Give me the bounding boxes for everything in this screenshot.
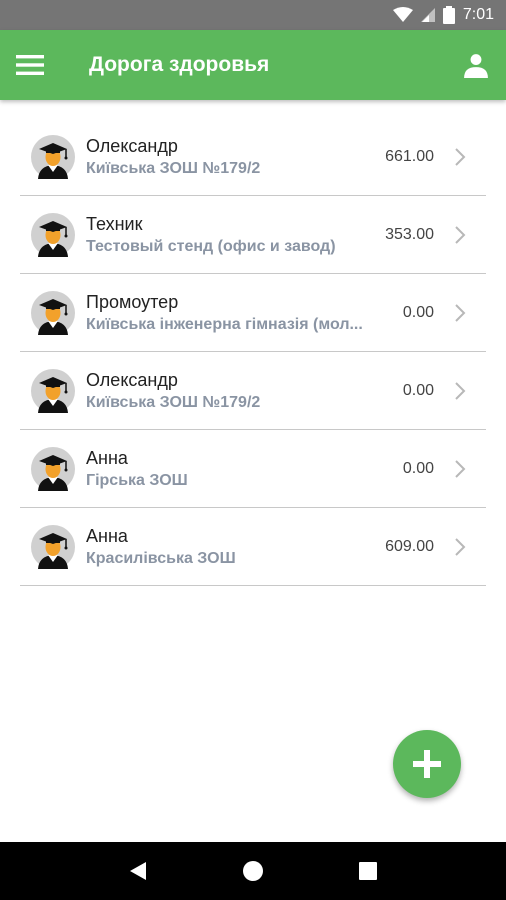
balance-amount: 609.00	[385, 537, 434, 555]
status-bar: 7:01	[0, 0, 506, 30]
home-circle-icon[interactable]	[233, 851, 273, 891]
navigation-bar	[0, 842, 506, 900]
wifi-icon	[392, 7, 413, 23]
list-item-texts: Анна Гірська ЗОШ	[86, 446, 364, 492]
recents-square-icon[interactable]	[348, 851, 388, 891]
hamburger-menu-icon[interactable]	[0, 30, 60, 100]
student-name: Олександр	[86, 135, 178, 156]
list-item[interactable]: Олександр Київська ЗОШ №179/2 0.00	[20, 352, 486, 430]
signal-icon	[420, 7, 435, 23]
status-time: 7:01	[462, 6, 494, 23]
student-list: Олександр Київська ЗОШ №179/2 661.00 Техник…	[20, 118, 486, 586]
page-title: Дорога здоровья	[89, 53, 270, 76]
app-bar: Дорога здоровья	[0, 30, 506, 100]
list-item-texts: Олександр Київська ЗОШ №179/2	[86, 368, 364, 414]
student-name: Олександр	[86, 369, 178, 390]
avatar	[31, 134, 75, 179]
chevron-right-icon	[448, 379, 472, 403]
back-triangle-icon[interactable]	[118, 851, 158, 891]
school-name: Гірська ЗОШ	[86, 471, 188, 489]
add-button[interactable]	[393, 730, 461, 798]
plus-icon	[413, 750, 441, 778]
battery-icon	[442, 6, 455, 24]
school-name: Красилівська ЗОШ	[86, 549, 236, 567]
list-item[interactable]: Олександр Київська ЗОШ №179/2 661.00	[20, 118, 486, 196]
avatar	[31, 524, 75, 569]
student-name: Промоутер	[86, 291, 179, 312]
list-item-texts: Промоутер Київська інженерна гімназія (мо…	[86, 290, 364, 336]
student-name: Анна	[86, 525, 128, 546]
list-item-texts: Анна Красилівська ЗОШ	[86, 524, 364, 570]
balance-amount: 0.00	[402, 381, 434, 399]
school-name: Київська інженерна гімназія (мол...	[86, 315, 363, 333]
student-name: Анна	[86, 447, 128, 468]
balance-amount: 0.00	[402, 459, 434, 477]
school-name: Тестовый стенд (офис и завод)	[86, 237, 336, 255]
list-item[interactable]: Техник Тестовый стенд (офис и завод) 353.0…	[20, 196, 486, 274]
list-item-texts: Олександр Київська ЗОШ №179/2	[86, 134, 364, 180]
list-item[interactable]: Анна Гірська ЗОШ 0.00	[20, 430, 486, 508]
list-item[interactable]: Промоутер Київська інженерна гімназія (мо…	[20, 274, 486, 352]
chevron-right-icon	[448, 535, 472, 559]
chevron-right-icon	[448, 301, 472, 325]
school-name: Київська ЗОШ №179/2	[86, 393, 261, 411]
list-item-texts: Техник Тестовый стенд (офис и завод)	[86, 212, 364, 258]
avatar	[31, 368, 75, 413]
list-item[interactable]: Анна Красилівська ЗОШ 609.00	[20, 508, 486, 586]
avatar	[31, 212, 75, 257]
school-name: Київська ЗОШ №179/2	[86, 159, 261, 177]
chevron-right-icon	[448, 223, 472, 247]
balance-amount: 353.00	[385, 225, 434, 243]
chevron-right-icon	[448, 145, 472, 169]
balance-amount: 661.00	[385, 147, 434, 165]
balance-amount: 0.00	[402, 303, 434, 321]
avatar	[31, 446, 75, 491]
chevron-right-icon	[448, 457, 472, 481]
person-icon[interactable]	[446, 30, 506, 100]
avatar	[31, 290, 75, 335]
student-name: Техник	[86, 213, 143, 234]
